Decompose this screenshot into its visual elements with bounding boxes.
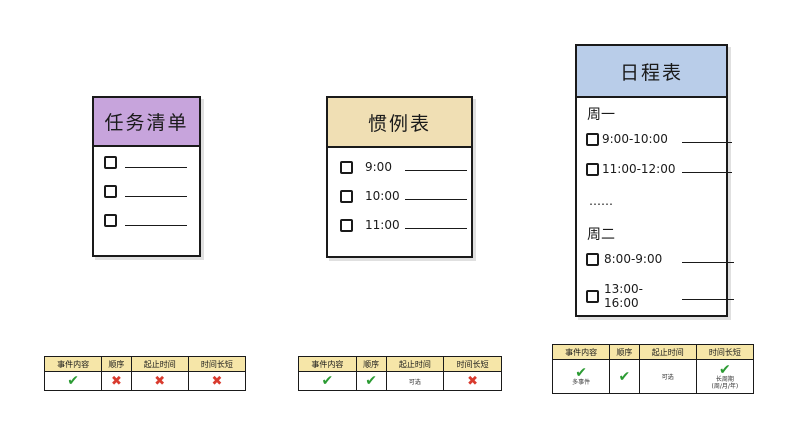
schedule-row: 13:00-16:00 — [586, 282, 734, 310]
optional-text: 可选 — [661, 374, 674, 381]
optional-text: 可选 — [408, 378, 421, 386]
period-note: (周/月/年) — [711, 382, 739, 390]
cross-icon: ✖ — [467, 373, 479, 389]
header-duration: 时间长短 — [443, 356, 502, 372]
cell-time-range: 可选 — [638, 359, 697, 394]
schedule-row: 9:00-10:00 — [586, 132, 732, 146]
header-order: 顺序 — [101, 356, 132, 372]
habit-title: 惯例表 — [367, 112, 431, 135]
checkbox[interactable] — [340, 160, 353, 174]
checkbox[interactable] — [340, 189, 353, 203]
cell-duration: ✖ — [443, 371, 502, 391]
time-slot-label: 8:00-9:00 — [604, 252, 663, 266]
blank-line — [405, 227, 467, 229]
multi-event-note: 多事件 — [572, 379, 591, 387]
checkbox[interactable] — [104, 214, 117, 227]
time-slot-label: 13:00-16:00 — [604, 282, 643, 310]
blank-line — [405, 198, 467, 200]
task-list-card: 任务清单 — [92, 96, 201, 257]
cell-time-range: 可选 — [385, 371, 445, 391]
blank-line — [682, 298, 734, 300]
schedule-row: 8:00-9:00 — [586, 252, 734, 266]
schedule-header: 日程表 — [577, 46, 726, 98]
cell-order: ✔ — [609, 359, 640, 394]
task-row — [104, 156, 187, 169]
task-row — [104, 214, 187, 227]
day-label-tuesday: 周二 — [587, 227, 615, 243]
blank-line — [405, 169, 467, 171]
time-slot-label: 11:00-12:00 — [602, 162, 676, 176]
attribute-table-habit: 事件内容 顺序 起止时间 时间长短 ✔ ✔ 可选 ✖ — [298, 356, 502, 391]
header-order: 顺序 — [609, 344, 640, 360]
check-icon: ✔ — [618, 368, 631, 385]
header-time-range: 起止时间 — [130, 356, 189, 372]
check-icon: ✔ — [67, 373, 79, 389]
attribute-table-task: 事件内容 顺序 起止时间 时间长短 ✔ ✖ ✖ ✖ — [43, 356, 247, 391]
checkbox[interactable] — [586, 252, 599, 266]
table-header-row: 事件内容 顺序 起止时间 时间长短 — [43, 356, 247, 372]
header-time-range: 起止时间 — [638, 344, 697, 360]
task-list-title: 任务清单 — [104, 112, 189, 134]
habit-header: 惯例表 — [328, 98, 471, 148]
attribute-table-schedule: 事件内容 顺序 起止时间 时间长短 ✔ 多事件 ✔ 可选 ✔ 长周期 (周/月/… — [551, 344, 755, 394]
habit-row: 9:00 — [340, 160, 467, 174]
time-label: 11:00 — [365, 218, 400, 232]
cross-icon: ✖ — [110, 373, 122, 389]
habit-card: 惯例表 9:00 10:00 11:00 — [326, 96, 473, 258]
habit-row: 10:00 — [340, 189, 467, 203]
cell-order: ✔ — [355, 371, 387, 391]
table-row: ✔ ✔ 可选 ✖ — [298, 371, 502, 391]
blank-line — [682, 261, 734, 263]
checkbox[interactable] — [586, 289, 599, 303]
checkbox[interactable] — [340, 218, 353, 232]
cell-time-range: ✖ — [130, 371, 189, 391]
checkbox[interactable] — [586, 162, 599, 176]
cell-event-content: ✔ 多事件 — [551, 359, 611, 394]
checkbox[interactable] — [104, 185, 117, 198]
time-label: 9:00 — [365, 160, 392, 174]
task-list-header: 任务清单 — [94, 98, 199, 147]
day-label-monday: 周一 — [587, 107, 615, 123]
cell-event-content: ✔ — [298, 371, 357, 391]
header-duration: 时间长短 — [187, 356, 247, 372]
cell-duration: ✔ 长周期 (周/月/年) — [695, 359, 755, 394]
blank-line — [682, 141, 732, 143]
header-order: 顺序 — [355, 356, 387, 372]
schedule-row: 11:00-12:00 — [586, 162, 732, 176]
time-label: 10:00 — [365, 189, 400, 203]
header-event-content: 事件内容 — [43, 356, 103, 372]
cell-event-content: ✔ — [43, 371, 103, 391]
check-icon: ✔ — [365, 373, 377, 389]
blank-line — [125, 196, 187, 197]
checkbox[interactable] — [586, 132, 599, 146]
cross-icon: ✖ — [211, 373, 223, 389]
check-icon: ✔ — [321, 373, 334, 389]
blank-line — [125, 167, 187, 168]
table-header-row: 事件内容 顺序 起止时间 时间长短 — [551, 344, 755, 360]
cell-order: ✖ — [101, 371, 132, 391]
header-time-range: 起止时间 — [385, 356, 445, 372]
checkbox[interactable] — [104, 156, 117, 169]
ellipsis: …… — [589, 194, 613, 208]
schedule-card: 日程表 周一 9:00-10:00 11:00-12:00 …… 周二 8:00… — [575, 44, 734, 317]
header-event-content: 事件内容 — [298, 356, 357, 372]
habit-row: 11:00 — [340, 218, 467, 232]
blank-line — [682, 171, 732, 173]
header-duration: 时间长短 — [695, 344, 755, 360]
table-header-row: 事件内容 顺序 起止时间 时间长短 — [298, 356, 502, 372]
schedule-title: 日程表 — [619, 61, 683, 84]
cell-duration: ✖ — [187, 371, 247, 391]
header-event-content: 事件内容 — [551, 344, 611, 360]
task-row — [104, 185, 187, 198]
table-row: ✔ 多事件 ✔ 可选 ✔ 长周期 (周/月/年) — [551, 359, 755, 394]
time-slot-label: 9:00-10:00 — [602, 132, 668, 146]
blank-line — [125, 225, 187, 226]
table-row: ✔ ✖ ✖ ✖ — [43, 371, 247, 391]
cross-icon: ✖ — [154, 373, 166, 389]
